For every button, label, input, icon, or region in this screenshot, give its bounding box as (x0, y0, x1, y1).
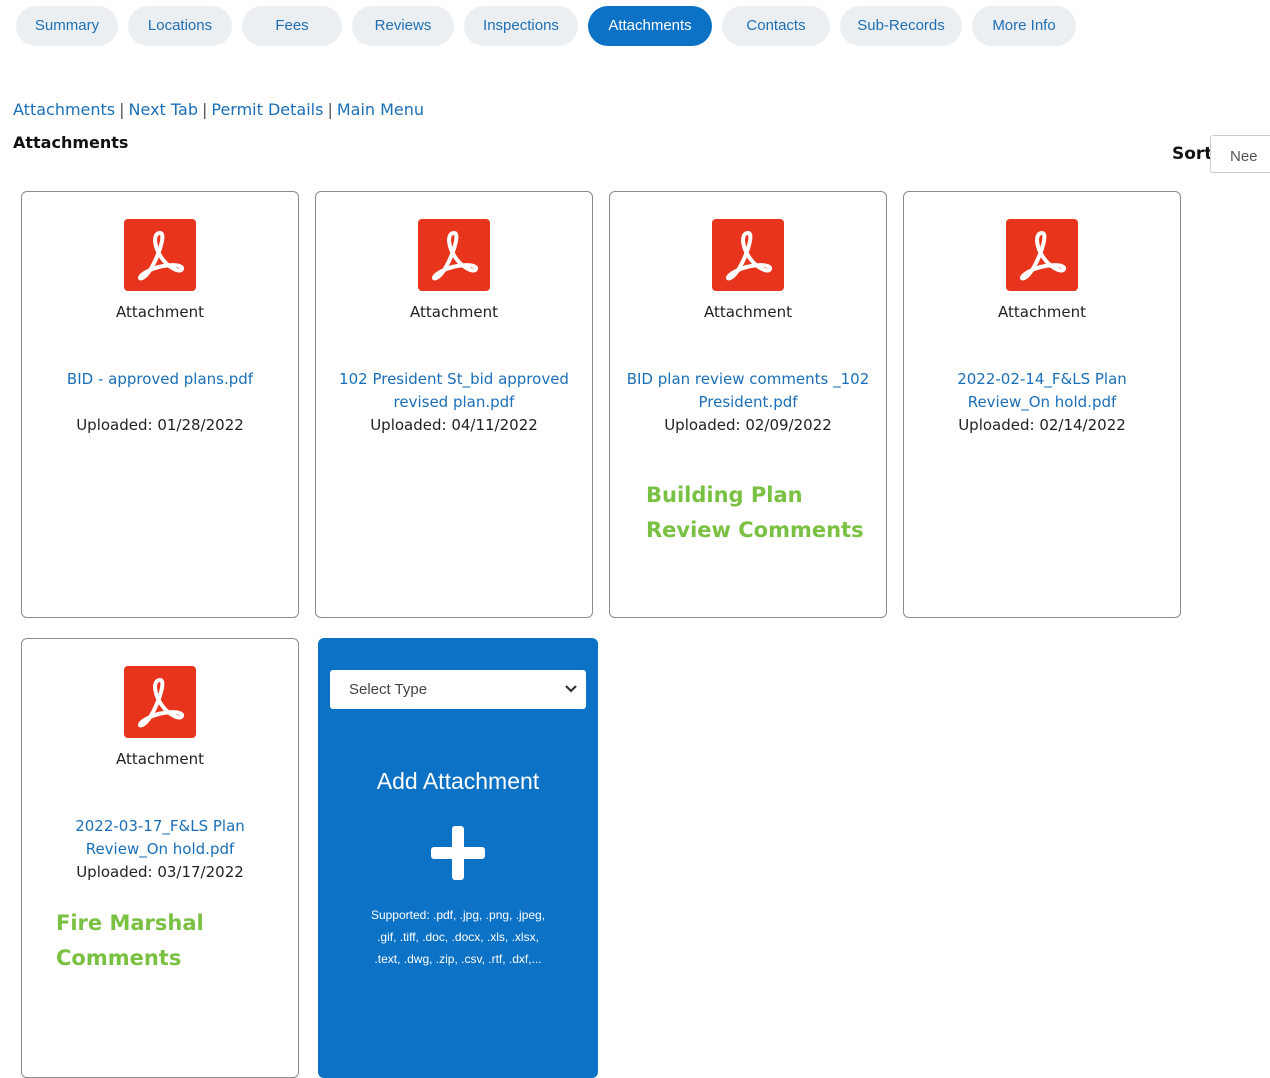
attachment-card[interactable]: Attachment 2022-02-14_F&LS Plan Review_O… (903, 191, 1181, 618)
link-main-menu[interactable]: Main Menu (337, 100, 424, 119)
upload-date: Uploaded: 02/14/2022 (958, 416, 1126, 434)
tab-reviews[interactable]: Reviews (352, 6, 454, 46)
tab-contacts[interactable]: Contacts (722, 6, 830, 46)
tab-fees[interactable]: Fees (242, 6, 342, 46)
attachment-type-label: Attachment (704, 303, 792, 321)
attachment-card[interactable]: Attachment 102 President St_bid approved… (315, 191, 593, 618)
pdf-icon (1006, 219, 1078, 291)
separator: | (327, 100, 333, 119)
attachment-card[interactable]: Attachment BID plan review comments _102… (609, 191, 887, 618)
attachment-type-select[interactable]: Select Type (330, 670, 586, 709)
link-permit-details[interactable]: Permit Details (211, 100, 323, 119)
tab-attachments[interactable]: Attachments (588, 6, 712, 46)
file-name-link[interactable]: BID - approved plans.pdf (36, 368, 284, 391)
separator: | (201, 100, 208, 119)
file-name-link[interactable]: 102 President St_bid approved revised pl… (330, 368, 578, 414)
separator: | (119, 100, 125, 119)
page-title: Attachments (13, 133, 129, 152)
sort-select[interactable]: Nee (1210, 135, 1270, 173)
tab-sub-records[interactable]: Sub-Records (840, 6, 962, 46)
plus-icon[interactable] (431, 826, 485, 880)
attachment-type-label: Attachment (410, 303, 498, 321)
add-attachment-card[interactable]: Select Type Add Attachment Supported: .p… (318, 638, 598, 1078)
attachment-card[interactable]: Attachment 2022-03-17_F&LS Plan Review_O… (21, 638, 299, 1078)
upload-date: Uploaded: 03/17/2022 (76, 863, 244, 881)
upload-date: Uploaded: 01/28/2022 (76, 416, 244, 434)
file-name-link[interactable]: 2022-03-17_F&LS Plan Review_On hold.pdf (36, 815, 284, 861)
link-next-tab[interactable]: Next Tab (129, 100, 198, 119)
sort-label: Sort (1172, 144, 1213, 164)
breadcrumb: Attachments | Next Tab | Permit Details | Main… (13, 100, 424, 119)
pdf-icon (418, 219, 490, 291)
pdf-icon (124, 219, 196, 291)
annotation-note: Fire Marshal Comments (56, 911, 204, 970)
file-name-link[interactable]: BID plan review comments _102 President.… (624, 368, 872, 414)
link-attachments[interactable]: Attachments (13, 100, 115, 119)
tab-bar: Summary Locations Fees Reviews Inspectio… (16, 6, 1086, 46)
add-attachment-title: Add Attachment (376, 768, 540, 794)
tab-locations[interactable]: Locations (128, 6, 232, 46)
chevron-down-icon (565, 685, 577, 693)
attachment-type-label: Attachment (116, 303, 204, 321)
tab-more-info[interactable]: More Info (972, 6, 1076, 46)
pdf-icon (712, 219, 784, 291)
tab-summary[interactable]: Summary (16, 6, 118, 46)
attachment-type-label: Attachment (116, 750, 204, 768)
upload-date: Uploaded: 02/09/2022 (664, 416, 832, 434)
attachment-card[interactable]: Attachment BID - approved plans.pdf Uplo… (21, 191, 299, 618)
pdf-icon (124, 666, 196, 738)
attachment-type-label: Attachment (998, 303, 1086, 321)
annotation-note: Building Plan Review Comments (646, 483, 864, 542)
upload-date: Uploaded: 04/11/2022 (370, 416, 538, 434)
tab-inspections[interactable]: Inspections (464, 6, 578, 46)
file-name-link[interactable]: 2022-02-14_F&LS Plan Review_On hold.pdf (918, 368, 1166, 414)
supported-file-types: Supported: .pdf, .jpg, .png, .jpeg, .gif… (370, 908, 546, 966)
select-placeholder: Select Type (349, 681, 428, 698)
